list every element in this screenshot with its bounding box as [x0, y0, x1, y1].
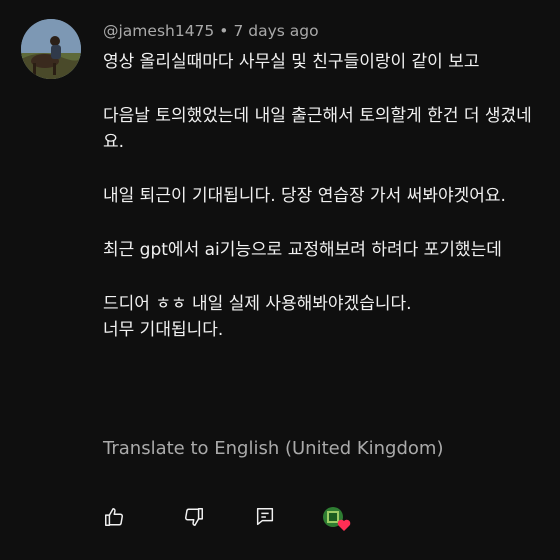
comment-paragraph: 드디어 ㅎㅎ 내일 실제 사용해봐야겠습니다. 너무 기대됩니다. [103, 294, 412, 340]
like-button[interactable] [102, 505, 126, 529]
dislike-button[interactable] [182, 505, 206, 529]
reply-icon [256, 508, 274, 526]
comment-paragraph: 내일 퇴근이 기대됩니다. 당장 연습장 가서 써봐야겟어요. [103, 186, 506, 206]
author-name[interactable]: @jamesh1475 [103, 22, 214, 40]
comment-paragraph: 영상 올리실때마다 사무실 및 친구들이랑이 같이 보고 [103, 52, 480, 72]
comment-paragraph: 다음날 토의했었는데 내일 출근해서 토의할게 한건 더 생겼네요. [103, 106, 532, 152]
avatar-photo [21, 19, 81, 79]
creator-heart-icon [323, 507, 351, 531]
comment-timestamp[interactable]: 7 days ago [233, 22, 318, 40]
creator-heart-badge [322, 506, 352, 532]
reply-button[interactable] [253, 505, 277, 529]
avatar[interactable] [21, 19, 81, 79]
thumbs-down-icon [185, 508, 203, 526]
meta-separator: • [219, 22, 229, 40]
comment-body: 영상 올리실때마다 사무실 및 친구들이랑이 같이 보고 다음날 토의했었는데 … [103, 49, 543, 371]
comment-paragraph: 최근 gpt에서 ai기능으로 교정해보려 하려다 포기했는데 [103, 240, 502, 260]
comment-meta: @jamesh1475 • 7 days ago [103, 22, 319, 40]
translate-button[interactable]: Translate to English (United Kingdom) [103, 438, 443, 459]
thumbs-up-icon [105, 508, 123, 526]
